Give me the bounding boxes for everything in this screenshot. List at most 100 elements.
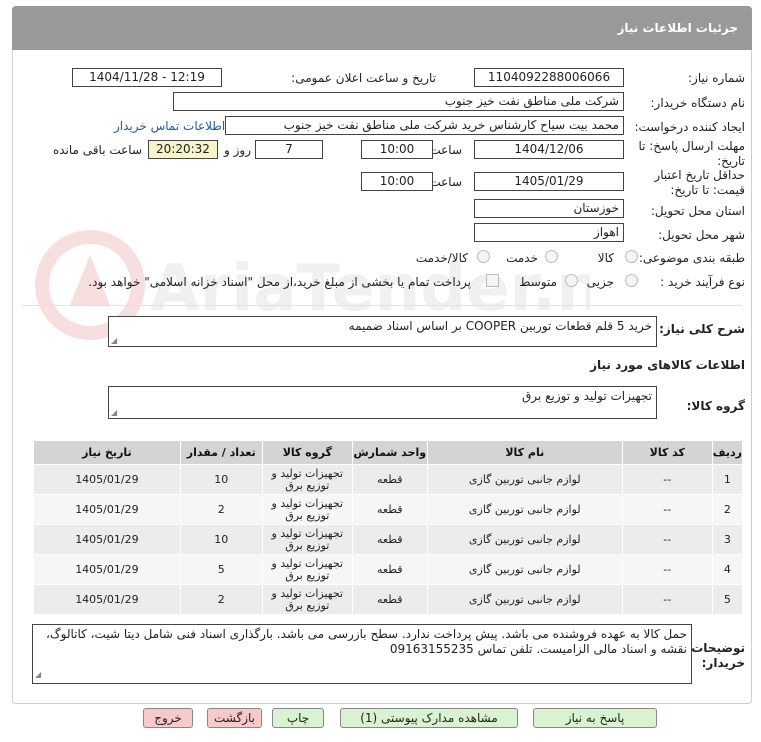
days-remaining-field: 7 bbox=[255, 140, 323, 159]
creator-label: ایجاد کننده درخواست: bbox=[634, 120, 745, 134]
cell-unit: قطعه bbox=[351, 554, 428, 585]
cell-quantity: 2 bbox=[179, 494, 263, 525]
table-row: 4 -- لوازم جانبی توربین گازی قطعه تجهیزا… bbox=[33, 554, 744, 585]
col-header-row-number: ردیف bbox=[711, 440, 744, 465]
cell-unit: قطعه bbox=[351, 494, 428, 525]
cell-row-number: 2 bbox=[711, 494, 744, 525]
buyer-notes-textarea[interactable]: حمل کالا به عهده فروشنده می باشد. پیش پر… bbox=[32, 624, 692, 684]
cell-unit: قطعه bbox=[351, 524, 428, 555]
col-header-item-group: گروه کالا bbox=[261, 440, 353, 465]
print-button[interactable]: چاپ bbox=[272, 708, 324, 728]
panel-header: جزئیات اطلاعات نیاز bbox=[12, 6, 752, 50]
resize-grip-icon[interactable]: ◢ bbox=[111, 336, 117, 345]
process-label: نوع فرآیند خرید : bbox=[660, 275, 745, 289]
view-attachments-button[interactable]: مشاهده مدارک پیوستی (1) bbox=[340, 708, 518, 728]
cell-item-group: تجهیزات تولید و توزیع برق bbox=[261, 464, 353, 495]
reply-button[interactable]: پاسخ به نیاز bbox=[533, 708, 657, 728]
category-radio-goods-service[interactable] bbox=[477, 250, 490, 263]
process-option-medium: متوسط bbox=[519, 275, 557, 289]
validity-time-label: ساعت bbox=[429, 175, 462, 189]
buyer-org-label: نام دستگاه خریدار: bbox=[650, 96, 746, 110]
time-remaining-label: ساعت باقی مانده bbox=[52, 143, 142, 157]
col-header-unit: واحد شمارش bbox=[351, 440, 428, 465]
validity-label-line2: قیمت: تا تاریخ: bbox=[670, 183, 745, 197]
cell-row-number: 1 bbox=[711, 464, 744, 495]
table-row: 1 -- لوازم جانبی توربین گازی قطعه تجهیزا… bbox=[33, 464, 744, 495]
cell-unit: قطعه bbox=[351, 464, 428, 495]
col-header-item-name: نام کالا bbox=[426, 440, 623, 465]
time-remaining-field: 20:20:32 bbox=[148, 140, 218, 159]
cell-need-date: 1405/01/29 bbox=[33, 494, 181, 525]
cell-item-code: -- bbox=[621, 494, 713, 525]
divider bbox=[22, 305, 742, 306]
validity-label-line1: حداقل تاریخ اعتبار bbox=[654, 168, 745, 182]
category-radio-goods[interactable] bbox=[625, 250, 638, 263]
cell-row-number: 3 bbox=[711, 524, 744, 555]
buyer-notes-label-line1: توضیحات bbox=[691, 641, 745, 655]
creator-field: محمد بیت سیاح کارشناس خرید شرکت ملی مناط… bbox=[225, 116, 624, 135]
cell-item-group: تجهیزات تولید و توزیع برق bbox=[261, 494, 353, 525]
table-header-row: ردیف کد کالا نام کالا واحد شمارش گروه کا… bbox=[33, 440, 744, 465]
buyer-org-field: شرکت ملی مناطق نفت خیز جنوب bbox=[173, 92, 624, 111]
cell-item-name: لوازم جانبی توربین گازی bbox=[426, 554, 623, 585]
cell-item-name: لوازم جانبی توربین گازی bbox=[426, 464, 623, 495]
city-field: اهواز bbox=[474, 223, 624, 242]
deadline-time-label: ساعت bbox=[429, 143, 462, 157]
back-button[interactable]: بازگشت bbox=[207, 708, 262, 728]
cell-item-group: تجهیزات تولید و توزیع برق bbox=[261, 524, 353, 555]
cell-quantity: 10 bbox=[179, 524, 263, 555]
cell-need-date: 1405/01/29 bbox=[33, 554, 181, 585]
cell-row-number: 4 bbox=[711, 554, 744, 585]
cell-row-number: 5 bbox=[711, 584, 744, 615]
category-label: طبقه بندی موضوعی: bbox=[638, 251, 745, 265]
treasury-checkbox[interactable] bbox=[486, 274, 499, 287]
resize-grip-icon[interactable]: ◢ bbox=[111, 408, 117, 417]
cell-need-date: 1405/01/29 bbox=[33, 464, 181, 495]
buyer-notes-text: حمل کالا به عهده فروشنده می باشد. پیش پر… bbox=[46, 627, 687, 656]
goods-group-label: گروه کالا: bbox=[686, 399, 745, 413]
goods-group-textarea[interactable]: تجهیزات تولید و توزیع برق ◢ bbox=[108, 386, 657, 419]
process-radio-medium[interactable] bbox=[565, 274, 578, 287]
need-number-label: شماره نیاز: bbox=[688, 71, 745, 85]
process-option-minor: جزیی bbox=[586, 275, 614, 289]
cell-item-code: -- bbox=[621, 464, 713, 495]
col-header-quantity: تعداد / مقدار bbox=[179, 440, 263, 465]
cell-item-code: -- bbox=[621, 524, 713, 555]
category-option-service: خدمت bbox=[506, 251, 538, 265]
buyer-contact-link[interactable]: اطلاعات تماس خریدار bbox=[114, 119, 225, 133]
process-radio-minor[interactable] bbox=[625, 274, 638, 287]
goods-group-text: تجهیزات تولید و توزیع برق bbox=[522, 389, 652, 403]
province-label: استان محل تحویل: bbox=[650, 204, 745, 218]
deadline-label-line2: تاریخ: bbox=[717, 154, 745, 168]
cell-unit: قطعه bbox=[351, 584, 428, 615]
goods-info-heading: اطلاعات کالاهای مورد نیاز bbox=[590, 358, 745, 372]
cell-item-name: لوازم جانبی توربین گازی bbox=[426, 494, 623, 525]
summary-text: خرید 5 قلم قطعات توربین COOPER بر اساس ا… bbox=[348, 319, 652, 333]
table-row: 2 -- لوازم جانبی توربین گازی قطعه تجهیزا… bbox=[33, 494, 744, 525]
table-row: 3 -- لوازم جانبی توربین گازی قطعه تجهیزا… bbox=[33, 524, 744, 555]
cell-item-code: -- bbox=[621, 584, 713, 615]
category-option-goods: کالا bbox=[597, 251, 614, 265]
validity-time-field: 10:00 bbox=[361, 172, 433, 191]
category-radio-service[interactable] bbox=[545, 250, 558, 263]
buyer-notes-label-line2: خریدار: bbox=[701, 656, 745, 670]
summary-textarea[interactable]: خرید 5 قلم قطعات توربین COOPER بر اساس ا… bbox=[108, 316, 657, 347]
announce-field: 1404/11/28 - 12:19 bbox=[72, 68, 222, 87]
summary-label: شرح کلی نیاز: bbox=[659, 322, 745, 336]
category-option-goods-service: کالا/خدمت bbox=[415, 251, 468, 265]
announce-label: تاریخ و ساعت اعلان عمومی: bbox=[291, 71, 436, 85]
exit-button[interactable]: خروج bbox=[143, 708, 193, 728]
cell-quantity: 2 bbox=[179, 584, 263, 615]
deadline-time-field: 10:00 bbox=[361, 140, 433, 159]
cell-item-group: تجهیزات تولید و توزیع برق bbox=[261, 554, 353, 585]
province-field: خوزستان bbox=[474, 199, 624, 218]
cell-item-group: تجهیزات تولید و توزیع برق bbox=[261, 584, 353, 615]
days-label: روز و bbox=[224, 143, 251, 157]
cell-item-code: -- bbox=[621, 554, 713, 585]
cell-quantity: 5 bbox=[179, 554, 263, 585]
treasury-note: پرداخت تمام یا بخشی از مبلغ خرید،از محل … bbox=[88, 275, 471, 289]
goods-table: ردیف کد کالا نام کالا واحد شمارش گروه کا… bbox=[33, 440, 744, 615]
city-label: شهر محل تحویل: bbox=[658, 228, 745, 242]
resize-grip-icon[interactable]: ◢ bbox=[35, 667, 41, 682]
cell-item-name: لوازم جانبی توربین گازی bbox=[426, 584, 623, 615]
